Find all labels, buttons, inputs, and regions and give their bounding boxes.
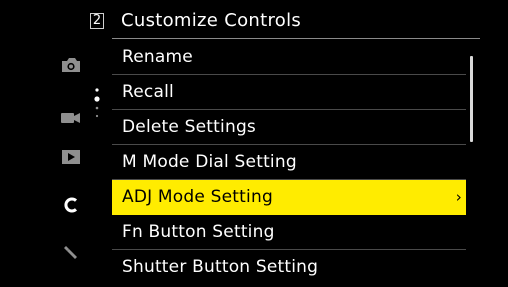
menu-item-label: Recall bbox=[122, 82, 174, 102]
custom-c-icon[interactable] bbox=[56, 194, 86, 216]
menu-item-label: Delete Settings bbox=[122, 117, 256, 137]
menu-list: Rename Recall Delete Settings M Mode Dia… bbox=[112, 40, 466, 285]
header-divider bbox=[112, 38, 480, 39]
page-title: Customize Controls bbox=[121, 10, 302, 31]
playback-icon[interactable] bbox=[56, 146, 86, 168]
menu-item-adj-mode-setting[interactable]: ADJ Mode Setting › bbox=[112, 180, 466, 215]
video-camera-icon[interactable] bbox=[56, 107, 86, 129]
sidebar-tabs bbox=[0, 38, 112, 287]
menu-item-label: Fn Button Setting bbox=[122, 222, 275, 242]
menu-item-m-mode-dial-setting[interactable]: M Mode Dial Setting bbox=[112, 145, 466, 180]
menu-item-recall[interactable]: Recall bbox=[112, 75, 466, 110]
menu-item-label: ADJ Mode Setting bbox=[122, 187, 273, 207]
header-bar: 2 Customize Controls bbox=[0, 0, 508, 38]
menu-item-label: Shutter Button Setting bbox=[122, 257, 319, 277]
wrench-icon[interactable] bbox=[56, 241, 86, 263]
menu-item-delete-settings[interactable]: Delete Settings bbox=[112, 110, 466, 145]
camera-icon[interactable] bbox=[56, 54, 86, 76]
menu-item-label: Rename bbox=[122, 47, 193, 67]
scrollbar[interactable] bbox=[470, 56, 473, 142]
chevron-right-icon: › bbox=[455, 188, 462, 206]
menu-item-label: M Mode Dial Setting bbox=[122, 152, 297, 172]
selection-indicator-dots bbox=[94, 88, 100, 118]
menu-item-fn-button-setting[interactable]: Fn Button Setting bbox=[112, 215, 466, 250]
menu-item-rename[interactable]: Rename bbox=[112, 40, 466, 75]
menu-item-shutter-button-setting[interactable]: Shutter Button Setting bbox=[112, 250, 466, 285]
page-number-badge: 2 bbox=[90, 13, 104, 29]
